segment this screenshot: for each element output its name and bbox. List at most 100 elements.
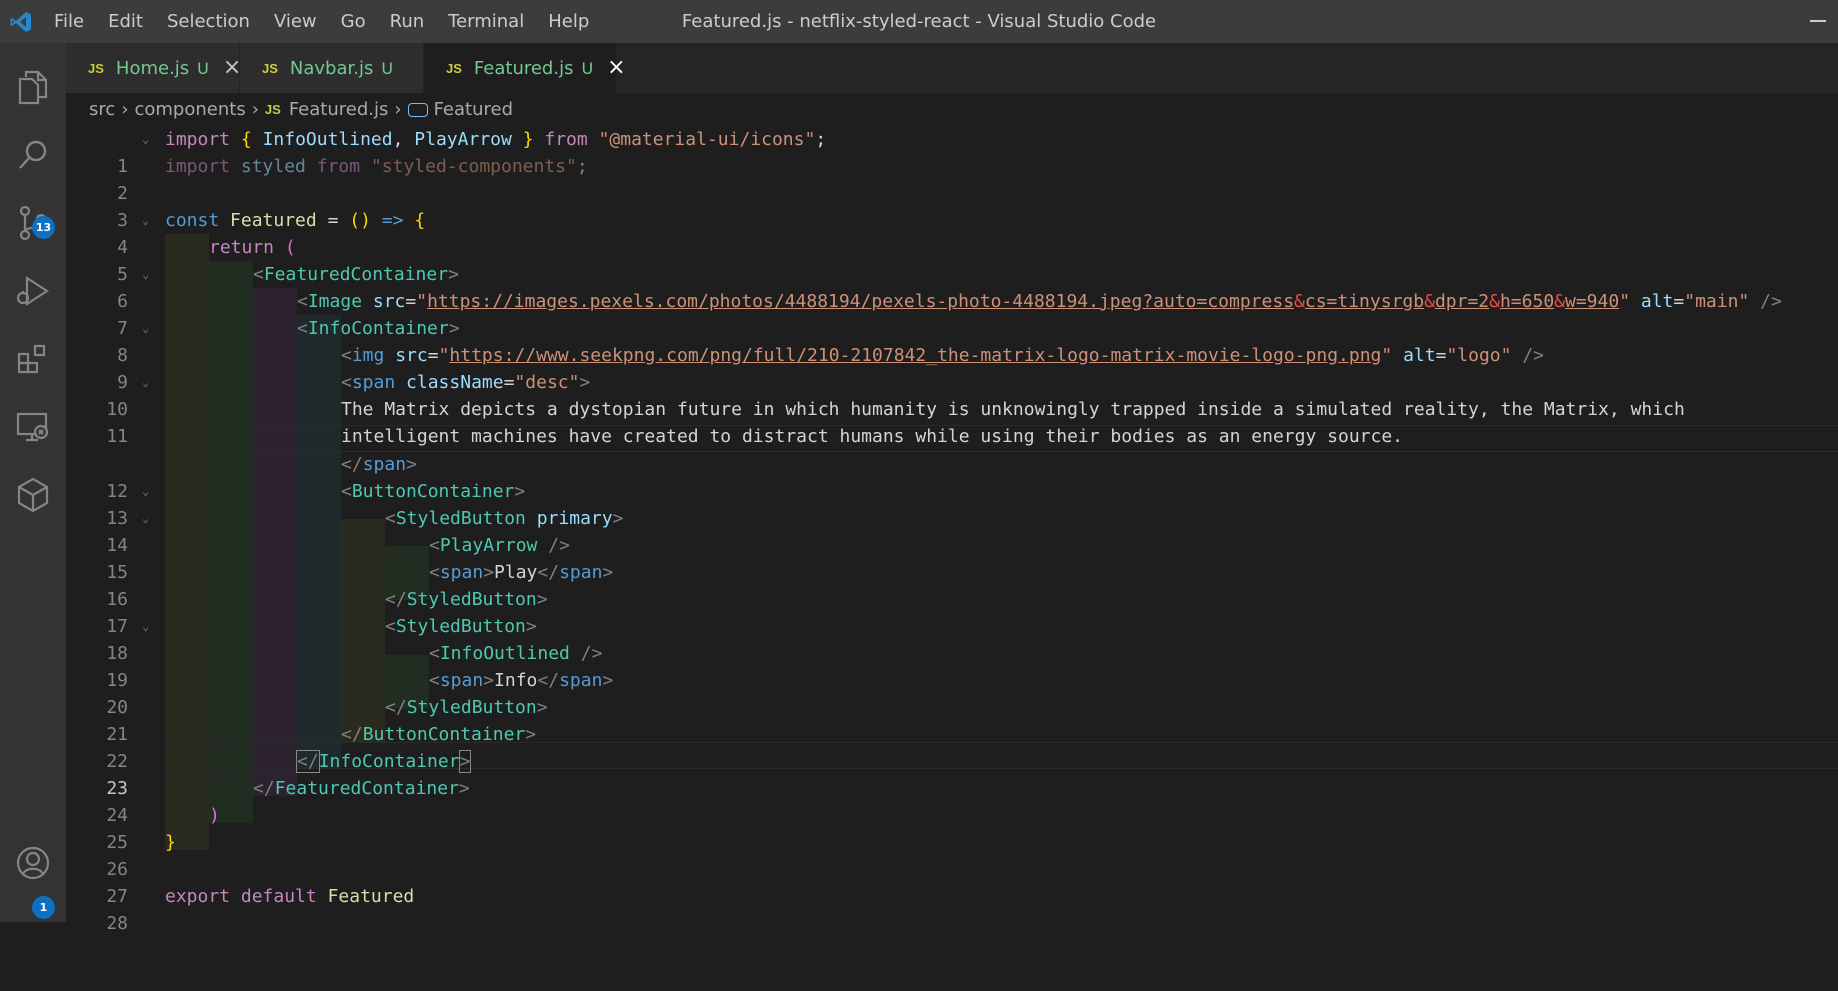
punct: > [458, 750, 472, 773]
tab-featured-js[interactable]: JS Featured.js U × [424, 43, 626, 93]
chevron-down-icon[interactable]: ⌄ [142, 505, 149, 532]
jsx-text: intelligent machines have created to dis… [341, 426, 1404, 447]
menu-run[interactable]: Run [378, 0, 437, 43]
punct: > [406, 454, 417, 475]
jsx-tag: ButtonContainer [351, 481, 515, 502]
menu-view[interactable]: View [262, 0, 329, 43]
code-line: 22 </ButtonContainer> [66, 721, 1838, 772]
url-link[interactable]: https://www.seekpng.com/png/full/210-210… [449, 345, 1381, 366]
code-line: 8 ⌄ <InfoContainer> [66, 315, 1838, 366]
account-icon[interactable] [0, 831, 66, 895]
punct: </ [537, 670, 560, 691]
code-line: 21 </StyledButton> [66, 694, 1838, 745]
tab-status: U [197, 58, 209, 78]
menu-help[interactable]: Help [536, 0, 601, 43]
close-icon[interactable]: × [607, 57, 625, 79]
chevron-down-icon[interactable]: ⌄ [142, 315, 149, 342]
code-line: 26 } [66, 829, 1838, 880]
html-tag: img [351, 345, 385, 366]
code-line: 2 import styled from "styled-components"… [66, 153, 1838, 204]
chevron-down-icon[interactable]: ⌄ [142, 369, 149, 396]
punct: = [1435, 345, 1447, 366]
url-link[interactable]: cs=tinysrgb [1305, 291, 1424, 312]
chevron-right-icon: › [394, 98, 402, 120]
html-tag: span [362, 454, 407, 475]
identifier: InfoOutlined [262, 129, 393, 150]
string: " [438, 345, 450, 366]
code-line: 3 [66, 180, 1838, 231]
breadcrumb-components[interactable]: components [134, 99, 245, 120]
breadcrumb: src › components › JS Featured.js › Feat… [89, 93, 513, 125]
run-debug-icon[interactable] [0, 259, 66, 323]
extensions-icon[interactable] [0, 327, 66, 391]
punct: </ [341, 724, 363, 745]
search-icon[interactable] [0, 123, 66, 187]
html-tag: span [559, 562, 603, 583]
jsx-text: Info [494, 670, 538, 691]
keyword: import [165, 129, 231, 150]
url-link[interactable]: h=650 [1500, 291, 1554, 312]
chevron-down-icon[interactable]: ⌄ [142, 478, 149, 505]
close-icon[interactable]: × [223, 57, 241, 79]
punct: > [525, 724, 537, 745]
code-line: 17 </StyledButton> [66, 586, 1838, 637]
deploy-icon[interactable] [0, 463, 66, 527]
tab-navbar-js[interactable]: JS Navbar.js U [240, 43, 424, 93]
url-link[interactable]: dpr=2 [1435, 291, 1489, 312]
tab-home-js[interactable]: JS Home.js U × [66, 43, 241, 93]
punct: > [483, 670, 495, 691]
chevron-down-icon[interactable]: ⌄ [142, 126, 149, 153]
punct: = [405, 291, 417, 312]
string: "main" [1684, 291, 1750, 312]
breadcrumb-symbol[interactable]: Featured [434, 99, 513, 120]
punct: < [429, 535, 440, 556]
punct: ; [576, 156, 588, 177]
code-line: 9 <img src="https://www.seekpng.com/png/… [66, 342, 1838, 393]
attribute: primary [536, 508, 613, 529]
punct: /> [1522, 345, 1544, 366]
menu-file[interactable]: File [42, 0, 96, 43]
menu-edit[interactable]: Edit [96, 0, 155, 43]
url-link[interactable]: w=940 [1565, 291, 1619, 312]
string: "@material-ui/icons" [598, 129, 816, 150]
menu-selection[interactable]: Selection [155, 0, 262, 43]
jsx-tag: StyledButton [406, 589, 537, 610]
tab-status: U [381, 58, 394, 78]
punct: { [240, 129, 252, 150]
punct: </ [341, 454, 363, 475]
string: "logo" [1446, 345, 1512, 366]
code-line: 19 <InfoOutlined /> [66, 640, 1838, 691]
js-file-icon: JS [88, 60, 104, 76]
tab-label: Featured.js [473, 57, 574, 79]
chevron-down-icon[interactable]: ⌄ [142, 613, 149, 640]
url-link[interactable]: https://images.pexels.com/photos/4488194… [427, 291, 1294, 312]
code-line: 27 [66, 856, 1838, 907]
punct: = [1673, 291, 1685, 312]
code-line: 16 <span>Play</span> [66, 559, 1838, 610]
jsx-tag: Image [307, 291, 363, 312]
explorer-icon[interactable] [0, 55, 66, 119]
menu-terminal[interactable]: Terminal [436, 0, 536, 43]
chevron-down-icon[interactable]: ⌄ [142, 207, 149, 234]
minimize-icon[interactable] [1810, 20, 1826, 22]
entity: & [1489, 291, 1500, 312]
punct: ; [815, 129, 827, 150]
code-editor[interactable]: 1 ⌄ import { InfoOutlined, PlayArrow } f… [66, 126, 1838, 934]
code-line: 4 ⌄ const Featured = () => { [66, 207, 1838, 258]
tab-status: U [581, 58, 594, 78]
code-line: 24 </FeaturedContainer> [66, 775, 1838, 826]
menu-go[interactable]: Go [329, 0, 378, 43]
code-line: 12 </span> [66, 451, 1838, 502]
chevron-down-icon[interactable]: ⌄ [142, 261, 149, 288]
code-line: 7 <Image src="https://images.pexels.com/… [66, 288, 1838, 339]
remote-explorer-icon[interactable] [0, 395, 66, 459]
punct: > [525, 616, 537, 637]
punct: > [602, 670, 614, 691]
breadcrumb-file[interactable]: Featured.js [289, 99, 389, 120]
breadcrumb-src[interactable]: src [89, 99, 115, 120]
jsx-tag: InfoContainer [318, 751, 460, 772]
punct: </ [385, 589, 407, 610]
punct: < [429, 643, 440, 664]
keyword: const [165, 210, 220, 231]
code-line: 14 ⌄ <StyledButton primary> [66, 505, 1838, 556]
